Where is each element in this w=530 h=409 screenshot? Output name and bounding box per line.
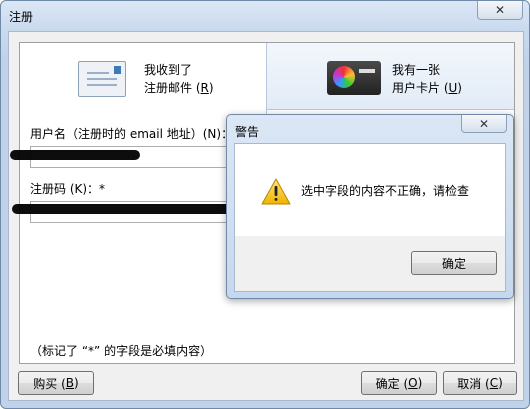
tab-registration-email[interactable]: 我收到了 注册邮件 (R) bbox=[20, 43, 267, 119]
username-label: 用户名（注册时的 email 地址）(N)：* bbox=[30, 127, 240, 141]
tab-email-line1: 我收到了 bbox=[144, 63, 193, 77]
ok-button[interactable]: 确定 (O) bbox=[361, 371, 437, 395]
redaction-mark bbox=[12, 204, 237, 214]
window-title: 注册 bbox=[9, 10, 34, 24]
alert-message: 选中字段的内容不正确，请检查 bbox=[301, 184, 470, 198]
required-note: （标记了 “*” 的字段是必填内容） bbox=[30, 344, 213, 358]
user-card-icon bbox=[327, 61, 381, 95]
window-close-button[interactable]: ✕ bbox=[477, 1, 523, 20]
warning-dialog: 警告 ✕ 选中字段的内容不正确，请检查 确定 bbox=[226, 114, 514, 299]
code-label: 注册码 (K)：* bbox=[30, 182, 106, 196]
alert-message-area: 选中字段的内容不正确，请检查 bbox=[235, 144, 505, 236]
warning-icon bbox=[261, 178, 291, 205]
tab-card-line1: 我有一张 bbox=[392, 63, 441, 77]
tab-user-card[interactable]: 我有一张 用户卡片 (U) bbox=[267, 43, 514, 110]
buy-button[interactable]: 购买 (B) bbox=[18, 371, 94, 395]
close-icon: ✕ bbox=[494, 3, 506, 17]
redaction-mark bbox=[10, 150, 140, 160]
alert-title: 警告 bbox=[235, 125, 260, 139]
mail-icon bbox=[78, 61, 126, 97]
tab-card-line2: 用户卡片 (U) bbox=[392, 81, 462, 95]
tab-email-line2: 注册邮件 (R) bbox=[144, 81, 214, 95]
alert-body: 选中字段的内容不正确，请检查 确定 bbox=[234, 143, 506, 292]
alert-close-button[interactable]: ✕ bbox=[461, 115, 507, 133]
close-icon: ✕ bbox=[478, 116, 490, 131]
alert-ok-button[interactable]: 确定 bbox=[411, 251, 497, 275]
cancel-button[interactable]: 取消 (C) bbox=[443, 371, 517, 395]
